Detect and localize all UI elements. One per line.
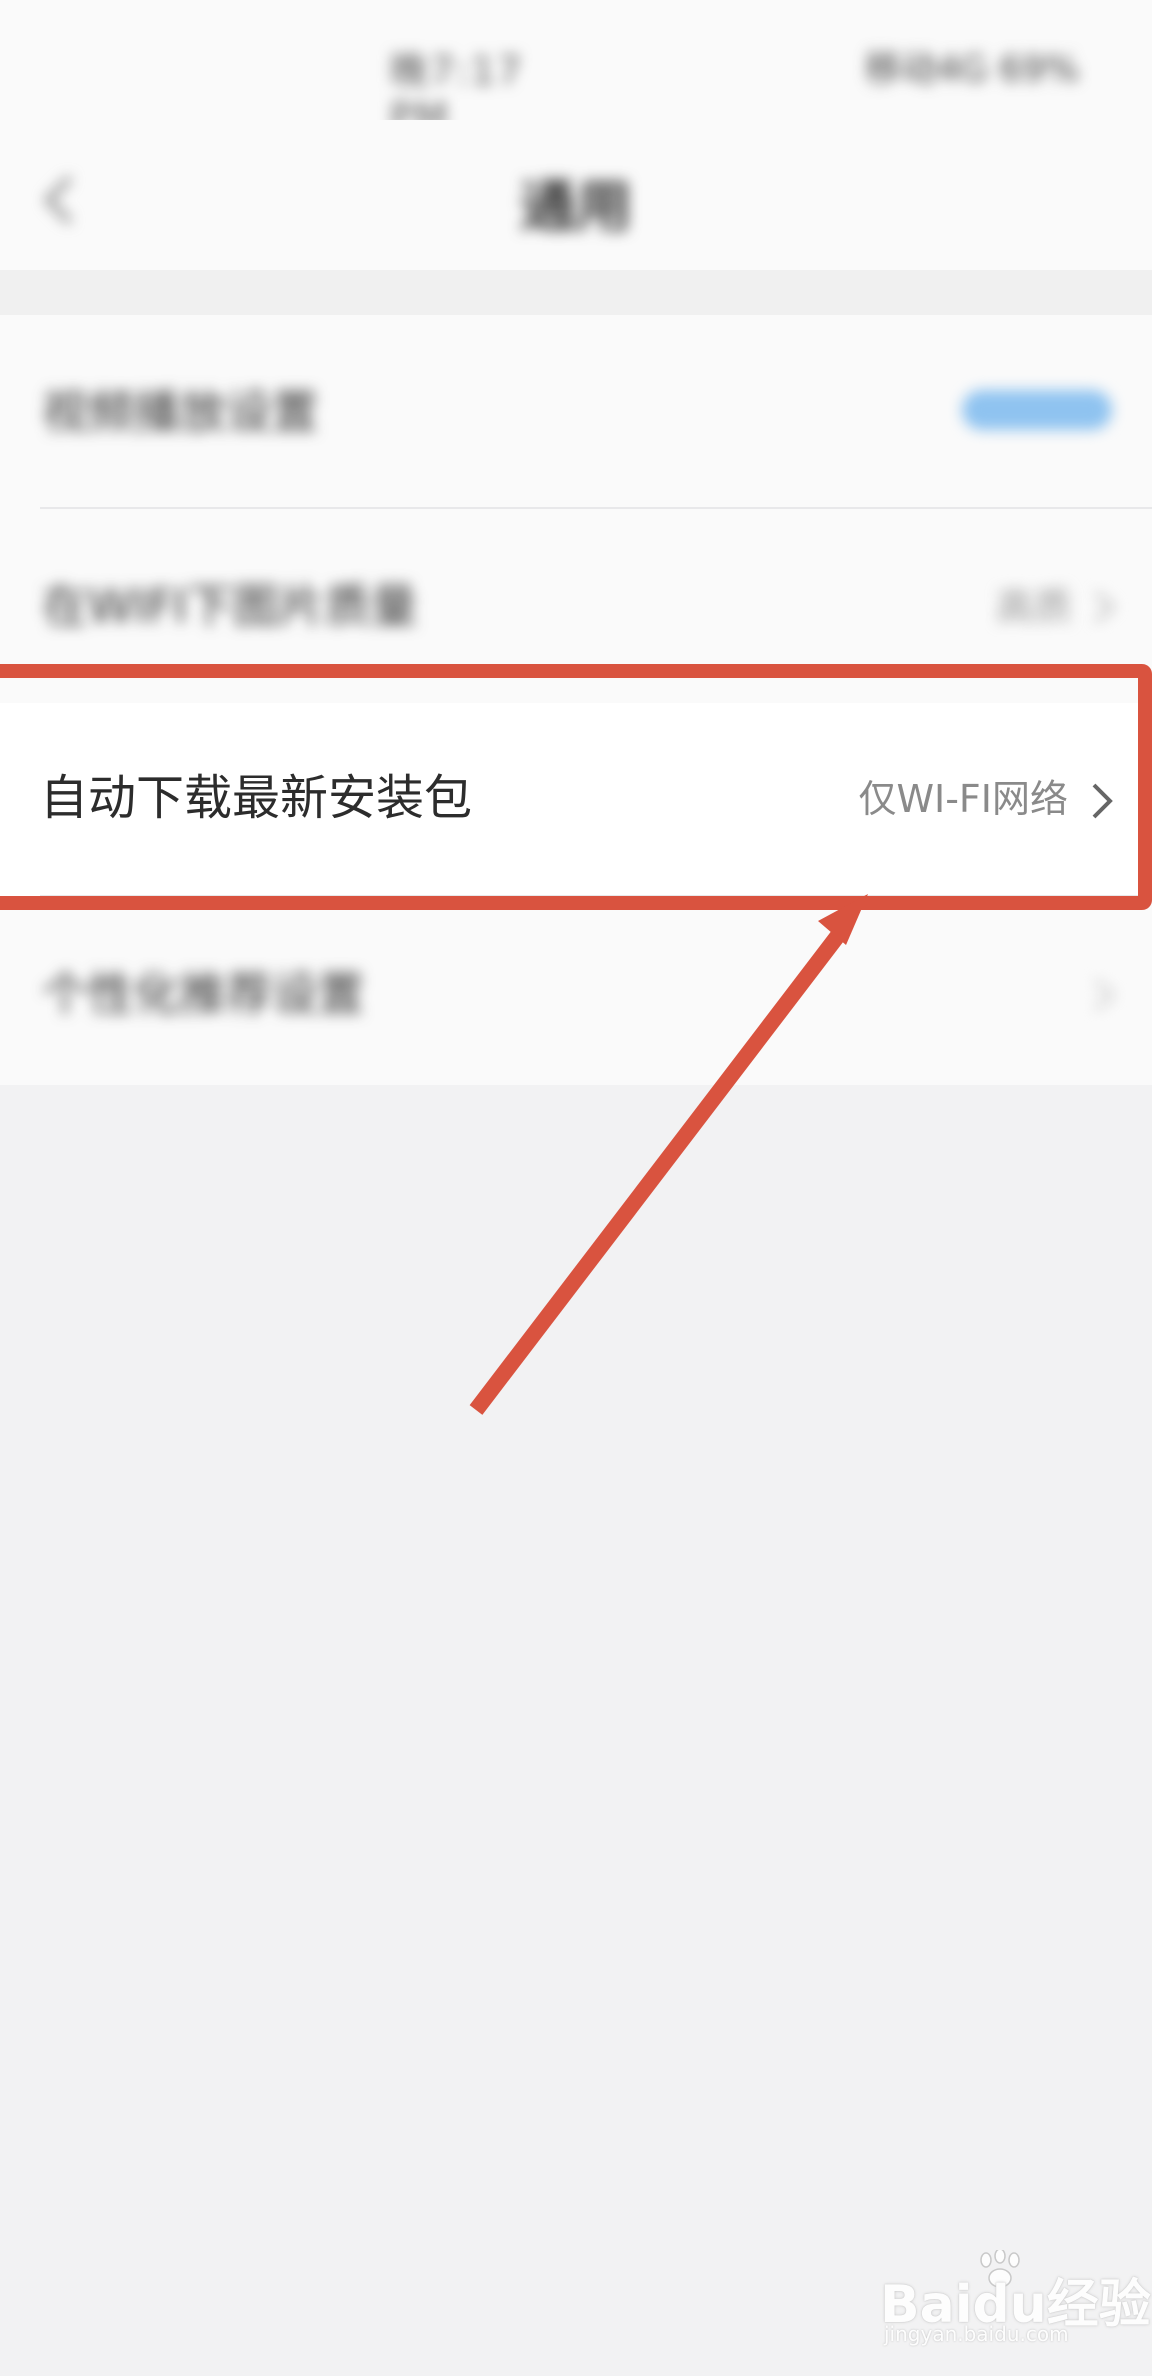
watermark-url: jingyan.baidu.com [884,2322,1069,2346]
page-title: 通用 [520,175,632,240]
settings-row-auto-download[interactable]: 自动下载最新安装包 仅WI-FI网络 [0,703,1152,897]
watermark: Baidu经验 jingyan.baidu.com [880,2250,1151,2346]
settings-row-video[interactable]: 视频播放设置 [0,315,1152,509]
row-label: 视频播放设置 [42,385,318,439]
row-label: 在WIFI下图片质量 [42,579,418,633]
settings-list: 视频播放设置 在WIFI下图片质量 高质 自动下载最新安装包 仅WI-FI网络 … [0,315,1152,1085]
chevron-right-icon [1094,591,1116,623]
settings-row-recommendation[interactable]: 个性化推荐设置 [0,897,1152,1091]
section-gap [0,270,1152,315]
status-network: 移动4G 69% [865,49,1080,90]
chevron-right-icon [1092,783,1113,819]
chevron-right-icon [1094,979,1116,1011]
status-badge [962,390,1112,430]
status-time: 晚7:17 PM [390,49,524,139]
status-bar: 晚7:17 PM 移动4G 69% [0,0,1152,139]
row-label: 自动下载最新安装包 [40,770,473,826]
settings-row-image-quality[interactable]: 在WIFI下图片质量 高质 [0,509,1152,703]
row-value: 高质 [995,585,1072,629]
nav-bar: 通用 [0,120,1152,270]
row-value: 仅WI-FI网络 [858,777,1068,821]
row-label: 个性化推荐设置 [42,967,364,1021]
